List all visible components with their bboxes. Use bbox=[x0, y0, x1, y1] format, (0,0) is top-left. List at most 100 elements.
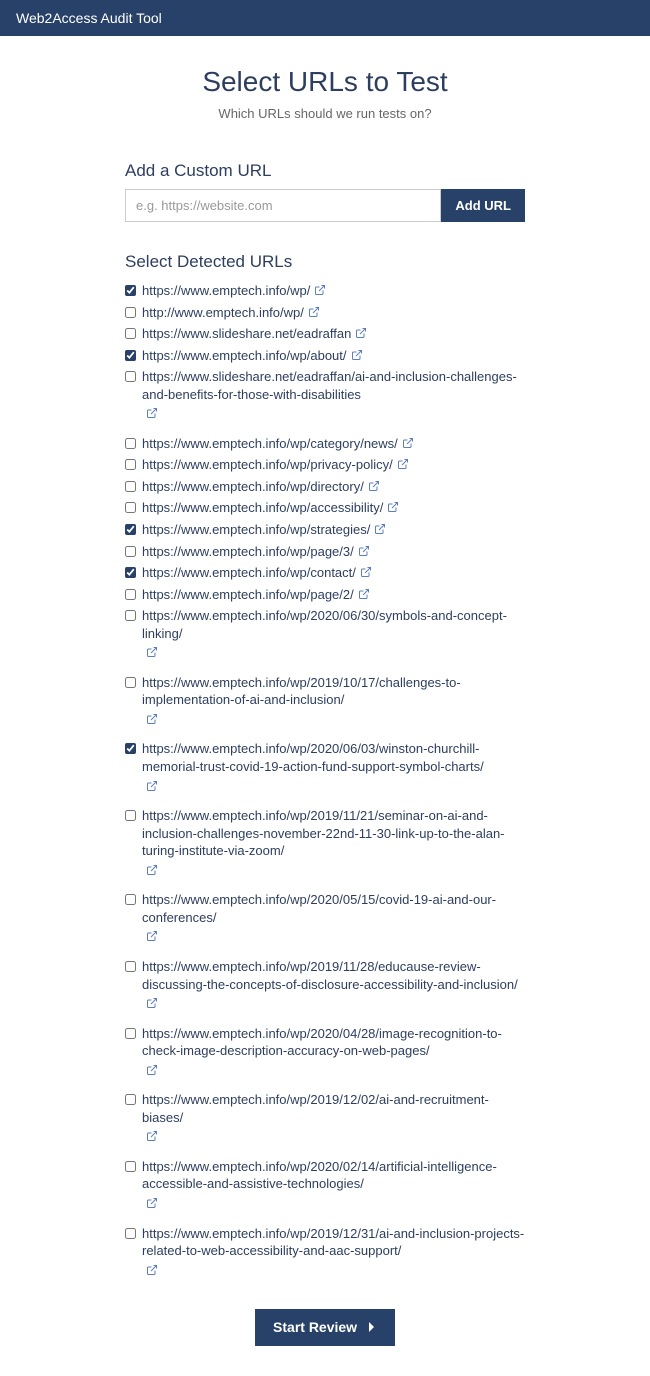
url-link[interactable]: https://www.emptech.info/wp/2019/12/31/a… bbox=[142, 1226, 524, 1259]
external-link-icon[interactable] bbox=[358, 544, 370, 556]
url-checkbox[interactable] bbox=[125, 894, 136, 905]
external-link-icon[interactable] bbox=[146, 863, 158, 875]
url-link[interactable]: https://www.slideshare.net/eadraffan bbox=[142, 326, 351, 341]
detected-urls-heading: Select Detected URLs bbox=[125, 252, 525, 272]
external-link-icon[interactable] bbox=[402, 436, 414, 448]
url-checkbox[interactable] bbox=[125, 546, 136, 557]
url-link[interactable]: https://www.emptech.info/wp/page/3/ bbox=[142, 544, 354, 559]
external-link-icon-row bbox=[142, 1195, 525, 1213]
external-link-icon-row bbox=[142, 644, 525, 662]
url-link[interactable]: https://www.emptech.info/wp/page/2/ bbox=[142, 587, 354, 602]
url-checkbox[interactable] bbox=[125, 285, 136, 296]
url-item: https://www.emptech.info/wp/contact/ bbox=[125, 562, 525, 584]
external-link-icon[interactable] bbox=[355, 326, 367, 338]
external-link-icon[interactable] bbox=[146, 1063, 158, 1075]
external-link-icon[interactable] bbox=[308, 305, 320, 317]
external-link-icon[interactable] bbox=[314, 283, 326, 295]
url-link[interactable]: https://www.emptech.info/wp/contact/ bbox=[142, 565, 356, 580]
url-checkbox[interactable] bbox=[125, 481, 136, 492]
url-link[interactable]: https://www.emptech.info/wp/2020/04/28/i… bbox=[142, 1026, 502, 1059]
external-link-icon[interactable] bbox=[146, 645, 158, 657]
url-checkbox[interactable] bbox=[125, 589, 136, 600]
custom-url-input[interactable] bbox=[125, 189, 441, 222]
url-link[interactable]: https://www.emptech.info/wp/2019/11/28/e… bbox=[142, 959, 518, 992]
page-title: Select URLs to Test bbox=[125, 66, 525, 98]
external-link-icon[interactable] bbox=[368, 479, 380, 491]
external-link-icon[interactable] bbox=[146, 779, 158, 791]
external-link-icon[interactable] bbox=[374, 522, 386, 534]
url-item: https://www.emptech.info/wp/2019/11/21/s… bbox=[125, 805, 525, 889]
url-content: https://www.emptech.info/wp/accessibilit… bbox=[142, 499, 525, 517]
external-link-icon-row bbox=[142, 928, 525, 946]
url-checkbox[interactable] bbox=[125, 350, 136, 361]
url-link[interactable]: https://www.emptech.info/wp/directory/ bbox=[142, 479, 364, 494]
custom-url-row: Add URL bbox=[125, 189, 525, 222]
url-link[interactable]: https://www.slideshare.net/eadraffan/ai-… bbox=[142, 369, 517, 402]
url-checkbox[interactable] bbox=[125, 307, 136, 318]
url-link[interactable]: https://www.emptech.info/wp/2019/12/02/a… bbox=[142, 1092, 489, 1125]
url-item: https://www.slideshare.net/eadraffan/ai-… bbox=[125, 366, 525, 433]
external-link-icon[interactable] bbox=[146, 1196, 158, 1208]
external-link-icon[interactable] bbox=[146, 1263, 158, 1275]
url-checkbox[interactable] bbox=[125, 524, 136, 535]
external-link-icon[interactable] bbox=[358, 587, 370, 599]
url-checkbox[interactable] bbox=[125, 1228, 136, 1239]
url-link[interactable]: https://www.emptech.info/wp/2020/02/14/a… bbox=[142, 1159, 497, 1192]
url-item: https://www.emptech.info/wp/2020/06/30/s… bbox=[125, 605, 525, 672]
url-item: https://www.emptech.info/wp/about/ bbox=[125, 345, 525, 367]
start-review-button[interactable]: Start Review bbox=[255, 1309, 395, 1346]
add-url-button[interactable]: Add URL bbox=[441, 189, 525, 222]
external-link-icon-row bbox=[142, 711, 525, 729]
url-content: https://www.slideshare.net/eadraffan bbox=[142, 325, 525, 343]
external-link-icon[interactable] bbox=[146, 929, 158, 941]
url-checkbox[interactable] bbox=[125, 1094, 136, 1105]
url-link[interactable]: https://www.emptech.info/wp/category/new… bbox=[142, 436, 398, 451]
url-link[interactable]: https://www.emptech.info/wp/strategies/ bbox=[142, 522, 370, 537]
external-link-icon[interactable] bbox=[146, 996, 158, 1008]
url-checkbox[interactable] bbox=[125, 810, 136, 821]
url-checkbox[interactable] bbox=[125, 961, 136, 972]
url-checkbox[interactable] bbox=[125, 610, 136, 621]
url-content: https://www.emptech.info/wp/2019/11/21/s… bbox=[142, 807, 525, 887]
external-link-icon-row bbox=[142, 995, 525, 1013]
brand-title: Web2Access Audit Tool bbox=[16, 10, 162, 26]
main-container: Select URLs to Test Which URLs should we… bbox=[105, 36, 545, 1376]
url-content: https://www.emptech.info/wp/about/ bbox=[142, 347, 525, 365]
url-link[interactable]: https://www.emptech.info/wp/2019/11/21/s… bbox=[142, 808, 505, 858]
external-link-icon-row bbox=[142, 778, 525, 796]
url-link[interactable]: https://www.emptech.info/wp/privacy-poli… bbox=[142, 457, 393, 472]
url-link[interactable]: https://www.emptech.info/wp/2019/10/17/c… bbox=[142, 675, 461, 708]
external-link-icon[interactable] bbox=[146, 406, 158, 418]
url-item: https://www.emptech.info/wp/2020/06/03/w… bbox=[125, 738, 525, 805]
url-link[interactable]: http://www.emptech.info/wp/ bbox=[142, 305, 304, 320]
external-link-icon[interactable] bbox=[387, 500, 399, 512]
url-link[interactable]: https://www.emptech.info/wp/about/ bbox=[142, 348, 347, 363]
url-checkbox[interactable] bbox=[125, 1028, 136, 1039]
url-checkbox[interactable] bbox=[125, 677, 136, 688]
app-header: Web2Access Audit Tool bbox=[0, 0, 650, 36]
url-link[interactable]: https://www.emptech.info/wp/2020/05/15/c… bbox=[142, 892, 496, 925]
url-checkbox[interactable] bbox=[125, 459, 136, 470]
url-link[interactable]: https://www.emptech.info/wp/accessibilit… bbox=[142, 500, 383, 515]
url-checkbox[interactable] bbox=[125, 502, 136, 513]
external-link-icon[interactable] bbox=[146, 712, 158, 724]
url-checkbox[interactable] bbox=[125, 438, 136, 449]
url-link[interactable]: https://www.emptech.info/wp/2020/06/30/s… bbox=[142, 608, 507, 641]
external-link-icon[interactable] bbox=[360, 565, 372, 577]
url-checkbox[interactable] bbox=[125, 328, 136, 339]
url-item: https://www.emptech.info/wp/2020/04/28/i… bbox=[125, 1023, 525, 1090]
external-link-icon[interactable] bbox=[146, 1129, 158, 1141]
external-link-icon[interactable] bbox=[351, 348, 363, 360]
url-checkbox[interactable] bbox=[125, 1161, 136, 1172]
url-checkbox[interactable] bbox=[125, 567, 136, 578]
url-checkbox[interactable] bbox=[125, 371, 136, 382]
url-checkbox[interactable] bbox=[125, 743, 136, 754]
url-link[interactable]: https://www.emptech.info/wp/ bbox=[142, 283, 310, 298]
url-content: https://www.emptech.info/wp/2020/05/15/c… bbox=[142, 891, 525, 954]
url-content: https://www.emptech.info/wp/2020/06/30/s… bbox=[142, 607, 525, 670]
url-item: https://www.emptech.info/wp/privacy-poli… bbox=[125, 454, 525, 476]
external-link-icon-row bbox=[142, 405, 525, 423]
external-link-icon[interactable] bbox=[397, 457, 409, 469]
detected-url-list: https://www.emptech.info/wp/http://www.e… bbox=[125, 280, 525, 1289]
url-link[interactable]: https://www.emptech.info/wp/2020/06/03/w… bbox=[142, 741, 484, 774]
